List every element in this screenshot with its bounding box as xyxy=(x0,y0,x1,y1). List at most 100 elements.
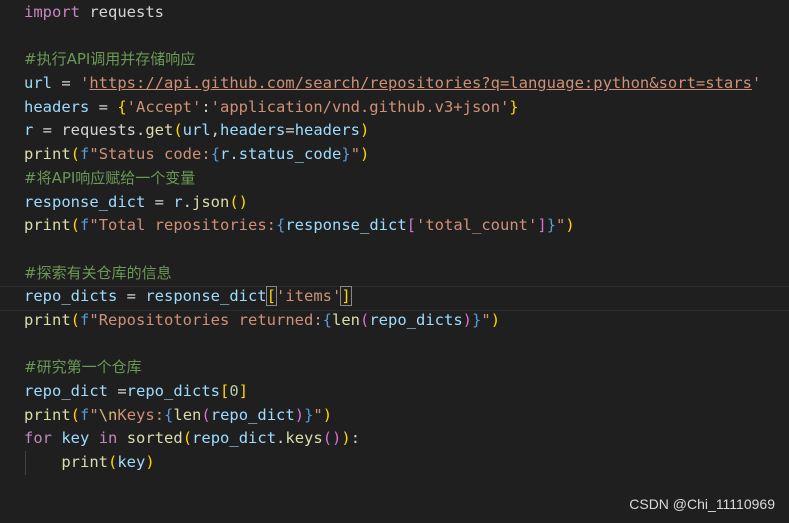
code-token: r xyxy=(173,192,183,211)
code-token: " xyxy=(481,310,491,329)
code-token: len xyxy=(173,405,202,424)
code-line[interactable]: print(f"Repositotories returned:{len(rep… xyxy=(24,309,761,333)
code-line[interactable]: print(f"Total repositories:{response_dic… xyxy=(24,214,761,238)
code-line[interactable] xyxy=(24,238,761,262)
code-token: } xyxy=(341,145,351,164)
code-token: in xyxy=(98,429,118,448)
code-token: = xyxy=(117,287,146,306)
code-token: ( xyxy=(70,310,81,329)
code-line[interactable]: #执行API调用并存储响应 xyxy=(24,48,761,72)
code-token: , xyxy=(210,121,221,140)
code-token: repo_dict xyxy=(192,429,277,448)
code-token: print xyxy=(24,310,71,329)
code-line[interactable]: print(key) xyxy=(24,451,761,475)
code-token: " xyxy=(350,145,361,164)
code-token: repo_dicts xyxy=(369,310,463,329)
code-token: f xyxy=(80,310,90,329)
code-token: response_dict xyxy=(285,216,407,235)
code-token: [ xyxy=(406,216,417,235)
code-token: ) xyxy=(462,310,473,329)
code-token: ( xyxy=(360,310,370,329)
code-token: ( xyxy=(70,216,81,235)
watermark: CSDN @Chi_11110969 xyxy=(629,496,775,512)
code-token: ( xyxy=(173,121,183,140)
code-line[interactable]: headers = {'Accept':'application/vnd.git… xyxy=(24,96,761,120)
code-token: headers xyxy=(220,121,286,140)
code-token: . xyxy=(276,429,286,448)
code-token: Keys: xyxy=(117,405,165,424)
code-token: ) xyxy=(565,216,575,235)
code-token: : xyxy=(201,97,211,116)
code-token: { xyxy=(164,405,174,424)
code-line[interactable]: url = 'https://api.github.com/search/rep… xyxy=(24,72,761,96)
code-token: print xyxy=(24,405,71,424)
code-token: repo_dict xyxy=(210,405,295,424)
code-token: sorted xyxy=(126,429,183,448)
code-token: 'Accept' xyxy=(126,97,202,116)
code-token: response_dict xyxy=(24,192,146,211)
code-token: headers xyxy=(294,121,361,140)
code-token: ( xyxy=(70,145,81,164)
code-token: [ xyxy=(265,286,278,307)
code-token: import xyxy=(24,3,80,21)
code-line[interactable]: response_dict = r.json() xyxy=(24,191,761,215)
code-token: https://api.github.com/search/repositori… xyxy=(89,74,752,93)
code-line[interactable] xyxy=(24,333,761,357)
code-line[interactable]: repo_dict =repo_dicts[0] xyxy=(24,380,761,404)
code-token: ] xyxy=(340,286,352,307)
code-token: () xyxy=(322,429,342,448)
code-token: url xyxy=(24,74,52,93)
code-token: { xyxy=(210,145,221,164)
code-token: } xyxy=(472,310,482,329)
code-line[interactable] xyxy=(24,25,761,49)
code-token: #研究第一个仓库 xyxy=(24,358,142,377)
code-token: 0 xyxy=(229,382,239,400)
code-token: "Repositotories returned: xyxy=(89,310,323,329)
code-token: 'items' xyxy=(276,287,342,306)
code-token: = xyxy=(89,97,118,116)
code-token: ) xyxy=(294,405,305,424)
code-token: { xyxy=(276,216,286,235)
code-token: ) xyxy=(145,453,155,472)
code-token: headers xyxy=(24,97,90,116)
code-token: #执行API调用并存储响应 xyxy=(24,50,196,69)
code-token: ( xyxy=(201,405,211,424)
code-editor[interactable]: import requests #执行API调用并存储响应 url = 'http… xyxy=(0,0,789,523)
code-line[interactable]: import requests xyxy=(24,1,761,25)
code-token: f xyxy=(80,145,90,164)
code-token: ] xyxy=(537,216,547,235)
code-token: 'application/vnd.github.v3+json' xyxy=(210,97,510,116)
code-token: [ xyxy=(220,382,230,400)
code-line[interactable]: for key in sorted(repo_dict.keys()): xyxy=(24,427,761,451)
code-token: requests xyxy=(80,3,164,21)
code-token: = requests. xyxy=(33,121,146,140)
code-token: for xyxy=(24,429,52,448)
code-line[interactable]: repo_dicts = response_dict['items'] xyxy=(24,285,761,309)
code-line[interactable]: #探索有关仓库的信息 xyxy=(24,262,761,286)
code-token: json xyxy=(192,192,230,211)
code-line[interactable]: print(f"Status code:{r.status_code}") xyxy=(24,143,761,167)
code-line[interactable]: #将API响应赋给一个变量 xyxy=(24,167,761,191)
code-token: ( xyxy=(182,429,193,448)
code-token: url xyxy=(182,121,211,140)
code-token: f xyxy=(80,216,90,235)
code-token: .status_code xyxy=(229,145,342,164)
code-token: ) xyxy=(360,121,370,140)
code-token: ) xyxy=(322,405,333,424)
code-line[interactable]: r = requests.get(url,headers=headers) xyxy=(24,119,761,143)
code-token: len xyxy=(332,310,360,329)
code-token: repo_dicts xyxy=(126,382,220,400)
code-content[interactable]: import requests #执行API调用并存储响应 url = 'http… xyxy=(24,1,761,475)
code-token: "Status code: xyxy=(89,145,211,164)
code-token: repo_dicts xyxy=(24,287,118,306)
code-token: #探索有关仓库的信息 xyxy=(24,263,172,282)
code-token: response_dict xyxy=(145,287,267,306)
code-line[interactable]: #研究第一个仓库 xyxy=(24,356,761,380)
code-token: r xyxy=(220,145,230,164)
code-token: = xyxy=(145,192,174,211)
code-token: print xyxy=(24,145,71,164)
code-line[interactable]: print(f"\nKeys:{len(repo_dict)}") xyxy=(24,404,761,428)
code-token: print xyxy=(24,216,71,235)
